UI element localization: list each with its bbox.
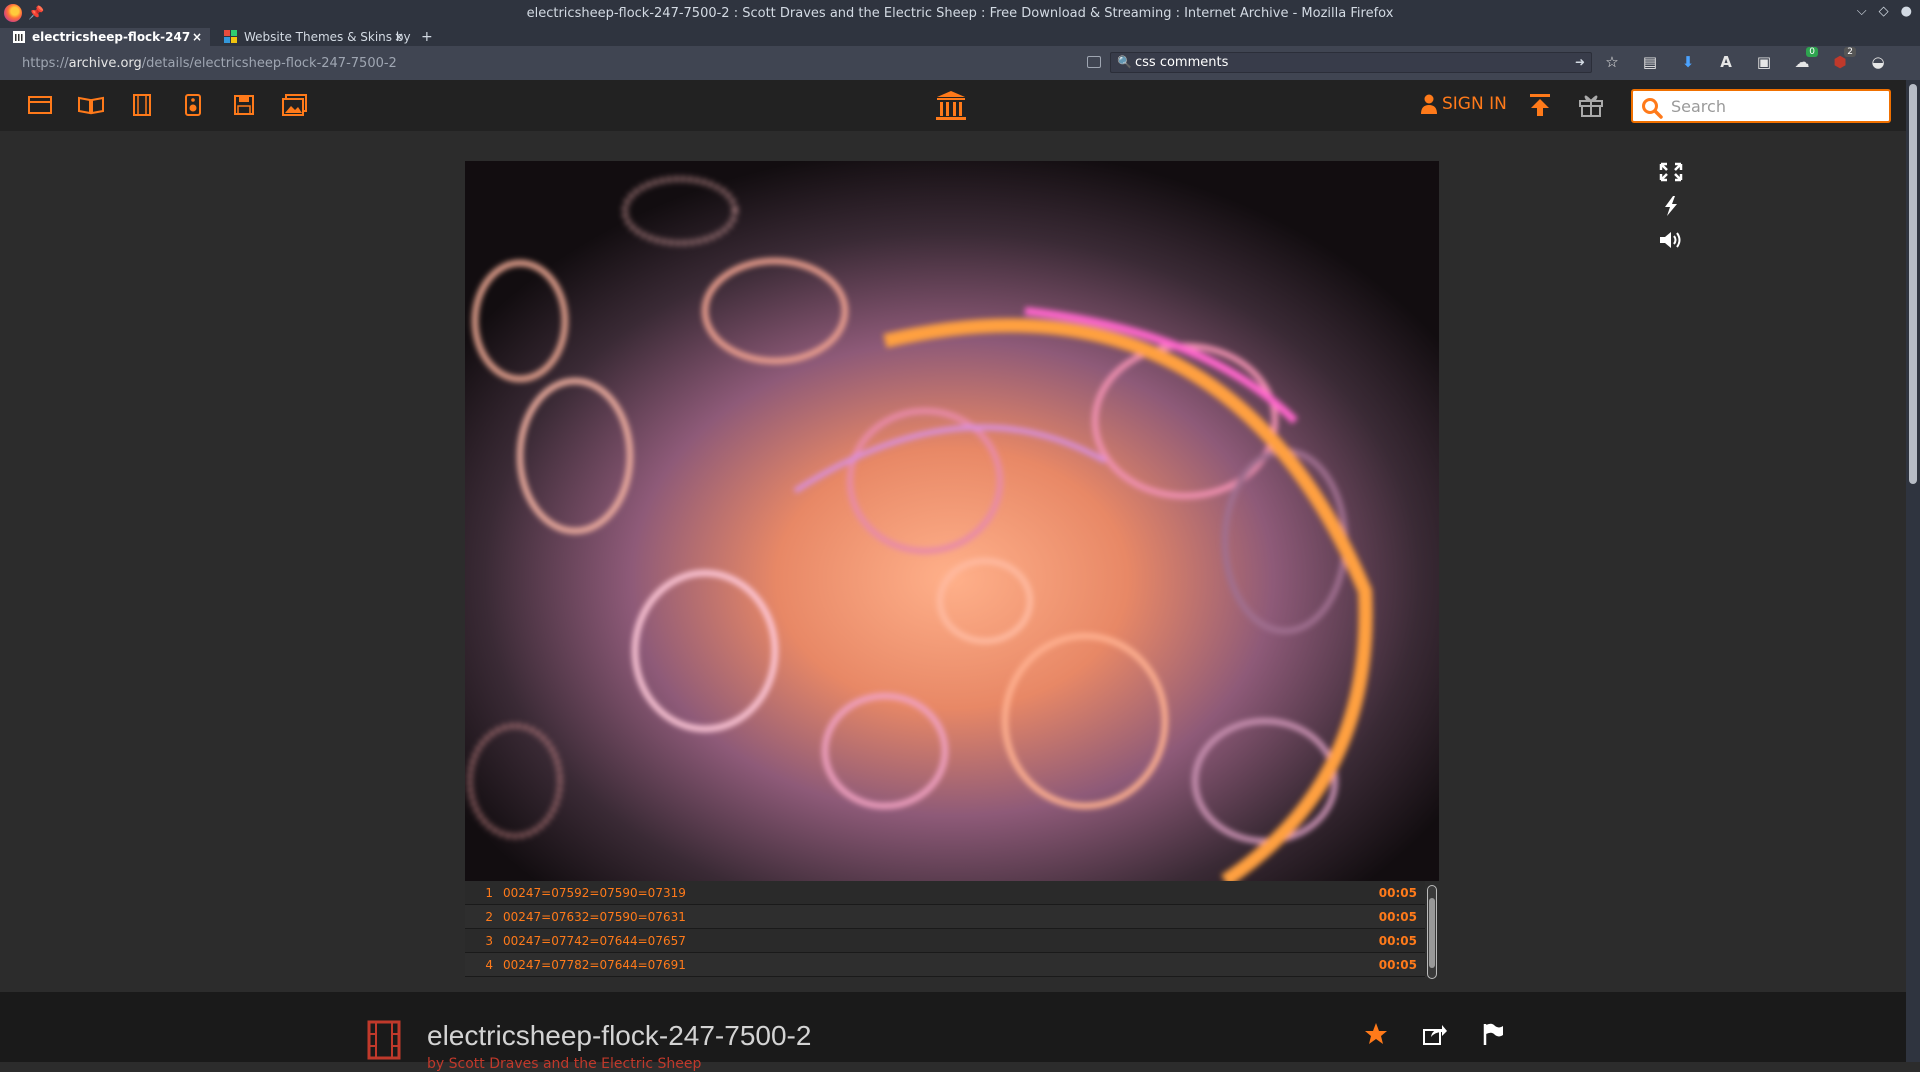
url-scheme: https:// xyxy=(22,56,69,71)
ublock-icon[interactable]: ⬢ 2 xyxy=(1828,47,1856,73)
playlist-scroll-thumb[interactable] xyxy=(1429,898,1435,968)
archive-favicon-icon xyxy=(13,31,25,43)
track-duration: 00:05 xyxy=(1378,957,1417,972)
browser-search-value: css comments xyxy=(1135,55,1229,70)
fullscreen-icon[interactable] xyxy=(1658,161,1684,183)
addon-green-icon[interactable]: ☁ 0 xyxy=(1790,47,1818,73)
window-title: electricsheep-flock-247-7500-2 : Scott D… xyxy=(526,6,1394,21)
track-number: 4 xyxy=(485,957,493,972)
new-tab-button[interactable]: + xyxy=(421,28,433,46)
donate-gift-icon[interactable] xyxy=(1578,92,1604,118)
playlist-scrollbar[interactable] xyxy=(1427,885,1437,979)
minimize-icon[interactable]: ⌵ xyxy=(1857,4,1867,19)
item-metadata: electricsheep-flock-247-7500-2 by Scott … xyxy=(0,992,1906,1072)
tab-label: Website Themes & Skins by xyxy=(244,30,411,44)
page-scrollbar[interactable] xyxy=(1906,80,1920,1062)
tab-close-icon[interactable]: × xyxy=(192,30,202,44)
volume-icon[interactable] xyxy=(1658,229,1684,251)
user-icon xyxy=(1421,94,1437,114)
search-icon xyxy=(1642,98,1663,119)
web-icon[interactable] xyxy=(14,92,65,118)
playlist-row[interactable]: 1 00247=07592=07590=07319 00:05 xyxy=(465,881,1425,905)
texts-icon[interactable] xyxy=(65,92,116,118)
search-icon: 🔍 xyxy=(1117,55,1132,69)
sign-in-link[interactable]: SIGN IN xyxy=(1420,94,1507,114)
go-arrow-icon[interactable]: ➜ xyxy=(1575,55,1585,69)
track-number: 2 xyxy=(485,909,493,924)
bookmark-star-icon[interactable]: ☆ xyxy=(1600,53,1624,73)
url-path: /details/electricsheep-flock-247-7500-2 xyxy=(141,56,397,71)
video-player[interactable] xyxy=(465,161,1439,881)
navigation-bar: https://archive.org/details/electricshee… xyxy=(0,46,1920,80)
flag-icon[interactable] xyxy=(1482,1022,1504,1046)
reader-view-icon[interactable] xyxy=(1087,56,1101,68)
track-title[interactable]: 00247=07742=07644=07657 xyxy=(503,934,1357,948)
tab-website-themes[interactable]: Website Themes & Skins by × xyxy=(212,28,412,46)
track-title[interactable]: 00247=07592=07590=07319 xyxy=(503,886,1357,900)
sign-in-label: SIGN IN xyxy=(1442,94,1507,114)
upload-icon[interactable] xyxy=(1528,92,1552,118)
tab-close-icon[interactable]: × xyxy=(394,30,404,44)
playlist-row[interactable]: 4 00247=07782=07644=07691 00:05 xyxy=(465,953,1425,977)
track-title[interactable]: 00247=07632=07590=07631 xyxy=(503,910,1357,924)
browser-search-field[interactable]: 🔍 css comments ➜ xyxy=(1110,52,1592,73)
green-badge: 0 xyxy=(1806,47,1818,57)
item-title: electricsheep-flock-247-7500-2 xyxy=(427,1020,812,1051)
tab-strip: electricsheep-flock-247 × Website Themes… xyxy=(0,28,1920,46)
url-host: archive.org xyxy=(68,56,142,71)
url-bar[interactable]: https://archive.org/details/electricshee… xyxy=(22,56,397,71)
page-scroll-thumb[interactable] xyxy=(1909,84,1917,484)
maximize-icon[interactable]: ◇ xyxy=(1879,4,1889,19)
red-badge: 2 xyxy=(1844,47,1856,57)
track-duration: 00:05 xyxy=(1378,909,1417,924)
close-window-icon[interactable]: ● xyxy=(1901,4,1912,19)
images-icon[interactable] xyxy=(269,92,320,118)
audio-icon[interactable] xyxy=(167,92,218,118)
video-icon[interactable] xyxy=(116,92,167,118)
playlist-row[interactable]: 3 00247=07742=07644=07657 00:05 xyxy=(465,929,1425,953)
tab-label: electricsheep-flock-247 xyxy=(32,30,191,44)
movie-film-icon xyxy=(367,1020,401,1060)
ia-top-nav: SIGN IN Search xyxy=(0,80,1906,131)
screenshot-icon[interactable]: ▣ xyxy=(1752,53,1776,73)
main-content: 1 00247=07592=07590=07319 00:05 2 00247=… xyxy=(0,131,1906,992)
themes-favicon-icon xyxy=(224,30,237,43)
playlist-row[interactable]: 2 00247=07632=07590=07631 00:05 xyxy=(465,905,1425,929)
software-icon[interactable] xyxy=(218,92,269,118)
track-title[interactable]: 00247=07782=07644=07691 xyxy=(503,958,1357,972)
track-number: 1 xyxy=(485,885,493,900)
font-icon[interactable]: A xyxy=(1714,53,1738,73)
playlist: 1 00247=07592=07590=07319 00:05 2 00247=… xyxy=(465,881,1439,981)
internet-archive-logo-icon[interactable] xyxy=(934,90,968,122)
window-titlebar: 📌 electricsheep-flock-247-7500-2 : Scott… xyxy=(0,0,1920,28)
download-icon[interactable]: ⬇ xyxy=(1676,53,1700,73)
track-duration: 00:05 xyxy=(1378,885,1417,900)
mask-icon[interactable]: ◒ xyxy=(1866,53,1890,73)
track-number: 3 xyxy=(485,933,493,948)
tab-electricsheep[interactable]: electricsheep-flock-247 × xyxy=(0,28,210,46)
item-byline[interactable]: by Scott Draves and the Electric Sheep xyxy=(427,1056,701,1072)
clipboard-icon[interactable]: ▤ xyxy=(1638,53,1662,73)
share-icon[interactable] xyxy=(1422,1022,1448,1046)
track-duration: 00:05 xyxy=(1378,933,1417,948)
favorite-star-icon[interactable] xyxy=(1364,1022,1388,1046)
ia-search-placeholder: Search xyxy=(1671,96,1726,116)
lightning-icon[interactable] xyxy=(1658,195,1684,217)
video-frame xyxy=(465,161,1439,881)
ia-search-field[interactable]: Search xyxy=(1631,89,1891,123)
